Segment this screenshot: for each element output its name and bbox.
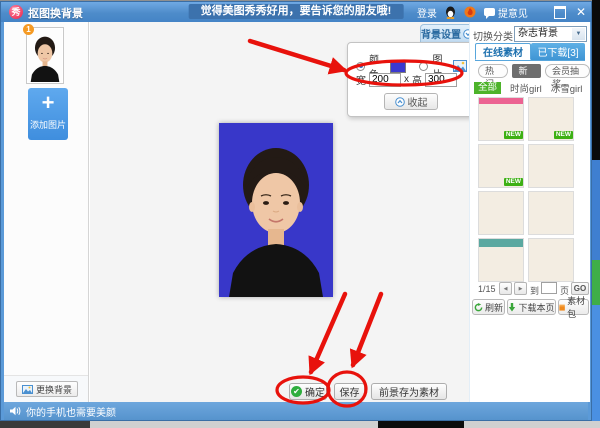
material-thumb[interactable] [478, 191, 524, 235]
filter-member-lottery[interactable]: 会员抽奖 [545, 64, 590, 89]
height-input[interactable] [425, 72, 457, 87]
tab-online-materials[interactable]: 在线素材 [475, 43, 531, 60]
close-button[interactable]: ✕ [576, 5, 586, 19]
material-thumb[interactable] [528, 238, 574, 282]
app-window: 秀 抠图换背景 觉得美图秀秀好用，要告诉您的朋友哦! 登录 提意见 ✕ 1 + … [0, 1, 592, 421]
promo-popular-cardigan[interactable]: 人气开衫 [535, 319, 589, 340]
collapse-button[interactable]: 收起 [384, 93, 438, 110]
image-icon[interactable] [453, 60, 467, 72]
width-label: 宽 [356, 76, 366, 87]
width-input[interactable] [369, 72, 401, 87]
change-background-icon [21, 384, 33, 394]
refresh-icon [474, 302, 483, 311]
login-link[interactable]: 登录 [417, 5, 437, 20]
materials-panel: 切换分类 杂志背景 ▼ 在线素材 已下载[3] 热门 新鲜 会员抽奖 全部 时尚… [469, 22, 590, 402]
download-icon [509, 302, 516, 311]
sidebar-footer: 更换背景 [4, 375, 88, 402]
change-background-button[interactable]: 更换背景 [16, 381, 78, 397]
subfilter-all[interactable]: 全部 [474, 81, 502, 94]
color-swatch[interactable] [389, 59, 407, 73]
background-settings-tab[interactable]: 背景设置 [420, 24, 474, 42]
promo-youth-sport-style[interactable]: 青春时尚运动风 [479, 342, 589, 363]
background-window-sliver [592, 0, 600, 428]
chevron-up-icon [394, 96, 405, 107]
material-pack-button[interactable]: 素材包 [558, 296, 589, 319]
goto-page-input[interactable] [541, 282, 557, 294]
color-radio[interactable] [356, 61, 365, 71]
background-block [0, 421, 90, 428]
qq-icon[interactable] [445, 6, 456, 19]
page-indicator: 1/15 [478, 284, 496, 294]
feedback-button[interactable]: 提意见 [483, 5, 528, 20]
background-settings-panel: 颜色 图片 宽 x 高 收起 [347, 42, 474, 117]
new-badge: NEW [553, 131, 573, 139]
maximize-button[interactable] [553, 5, 566, 19]
save-foreground-button[interactable]: 前景存为素材 [371, 383, 447, 400]
package-icon [559, 304, 565, 311]
app-logo-icon: 秀 [9, 5, 23, 19]
window-content: 1 + 添加图片 更换背景 ✔ 确定 保存 前景存为素材 背景设置 颜 图 宽 … [4, 22, 590, 402]
thumb-art [479, 239, 523, 247]
background-block [592, 260, 600, 305]
category-dropdown[interactable]: 杂志背景 ▼ [514, 26, 587, 42]
photo-index-badge: 1 [23, 24, 34, 35]
window-title: 抠图换背景 [28, 8, 83, 20]
next-page-button[interactable]: ▶ [514, 282, 527, 295]
new-badge: NEW [503, 131, 523, 139]
download-page-button[interactable]: 下载本页 [507, 299, 556, 315]
promo-banner: 觉得美图秀秀好用，要告诉您的朋友哦! [188, 4, 404, 19]
screen: { "titlebar": { "logo_char": "秀", "title… [0, 0, 600, 428]
dropdown-arrow-icon: ▼ [572, 28, 585, 40]
filter-fresh[interactable]: 新鲜 [511, 64, 541, 89]
material-thumb[interactable]: NEW [478, 97, 524, 141]
photo-list-sidebar: 1 + 添加图片 更换背景 [4, 22, 89, 402]
category-label: 切换分类 [473, 32, 513, 43]
portrait-image [219, 123, 333, 297]
check-icon: ✔ [291, 386, 302, 397]
material-thumb[interactable] [528, 144, 574, 188]
statusbar: 你的手机也需要美颜 [4, 402, 588, 420]
edited-photo[interactable] [219, 123, 333, 297]
material-thumb[interactable]: NEW [528, 97, 574, 141]
edit-canvas[interactable]: ✔ 确定 保存 前景存为素材 背景设置 颜色 [90, 22, 474, 402]
portrait-thumb-image [27, 29, 63, 82]
background-block [592, 0, 600, 160]
add-image-button[interactable]: + 添加图片 [28, 88, 68, 140]
background-block [592, 160, 600, 260]
prev-page-button[interactable]: ◀ [499, 282, 512, 295]
speech-bubble-icon [483, 8, 495, 19]
material-thumb[interactable] [478, 238, 524, 282]
confirm-button[interactable]: ✔ 确定 [289, 383, 327, 400]
height-label: 高 [412, 76, 422, 87]
background-block [592, 305, 600, 428]
filter-hot[interactable]: 热门 [478, 64, 508, 89]
flame-icon[interactable] [464, 6, 476, 18]
plus-icon: + [41, 90, 55, 115]
material-thumb[interactable] [528, 191, 574, 235]
tab-downloaded[interactable]: 已下载[3] [531, 43, 585, 60]
material-thumb[interactable]: NEW [478, 144, 524, 188]
desktop-bottom-sliver [0, 421, 600, 428]
status-text: 你的手机也需要美颜 [26, 407, 116, 419]
new-badge: NEW [503, 178, 523, 186]
thumb-art [479, 98, 523, 104]
promo-guess-you-like[interactable]: 猜你喜欢 [479, 319, 531, 340]
save-button[interactable]: 保存 [334, 383, 365, 400]
titlebar[interactable]: 秀 抠图换背景 觉得美图秀秀好用，要告诉您的朋友哦! 登录 提意见 ✕ [1, 2, 591, 22]
subfilter-fashion-girl[interactable]: 时尚girl [510, 81, 542, 95]
background-block [378, 421, 464, 428]
refresh-button[interactable]: 刷新 [472, 299, 505, 315]
photo-thumbnail[interactable]: 1 [23, 24, 64, 84]
subfilter-ice-girl[interactable]: 冰雪girl [551, 81, 583, 95]
image-radio[interactable] [419, 61, 429, 71]
speaker-icon [10, 406, 21, 416]
materials-tabs: 在线素材 已下载[3] [475, 43, 585, 61]
